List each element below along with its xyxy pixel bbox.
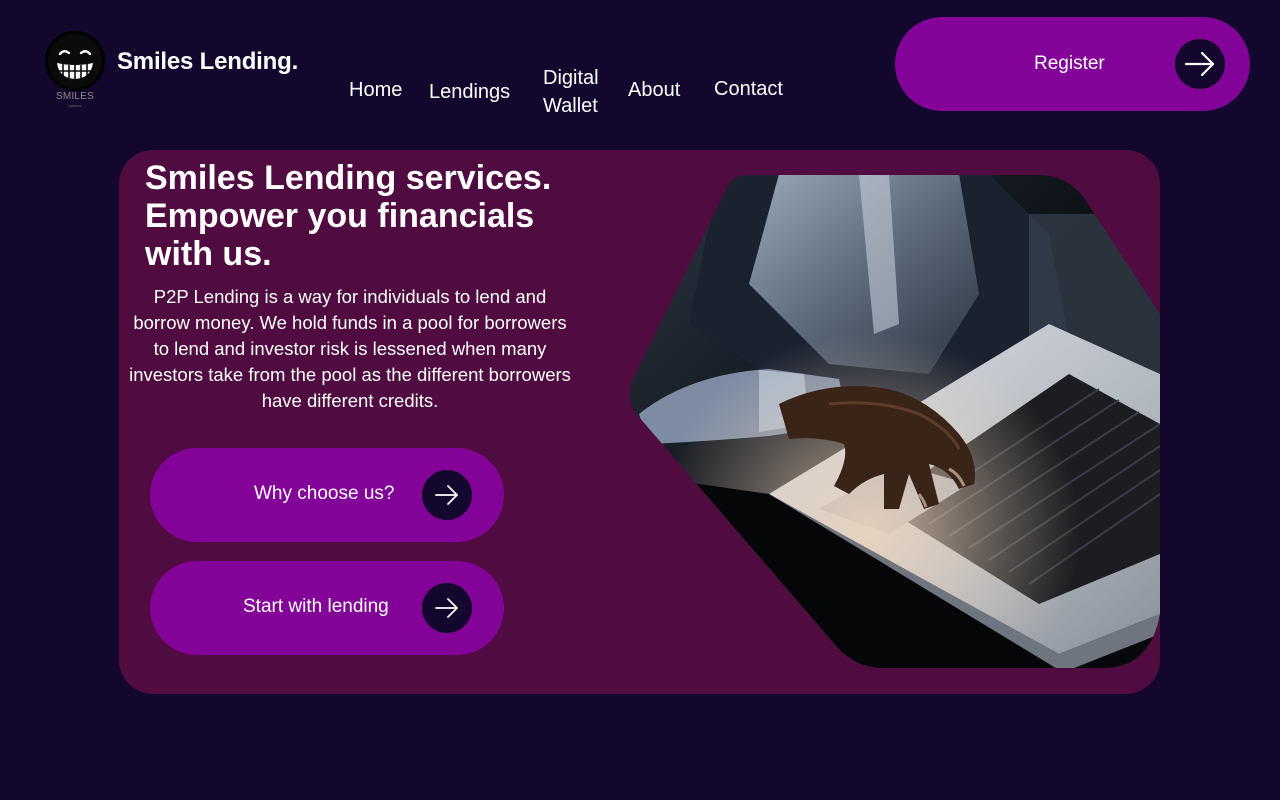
start-lending-button[interactable]: Start with lending	[150, 561, 504, 655]
hero-card: Smiles Lending services. Empower you fin…	[119, 150, 1160, 694]
hero-title-line3: with us.	[145, 235, 272, 273]
nav-digital-wallet[interactable]: Digital Wallet	[543, 64, 599, 120]
logo-text: SMILES	[56, 91, 94, 102]
start-lending-label: Start with lending	[243, 596, 389, 617]
laptop-typing-photo	[629, 174, 1160, 670]
why-choose-us-label: Why choose us?	[254, 483, 395, 504]
grinning-face-icon	[45, 31, 105, 91]
why-choose-us-button[interactable]: Why choose us?	[150, 448, 504, 542]
nav-home[interactable]: Home	[349, 76, 402, 104]
arrow-right-icon	[422, 583, 472, 633]
nav-digital-wallet-line1: Digital	[543, 67, 599, 89]
nav-lendings[interactable]: Lendings	[429, 78, 510, 106]
register-button[interactable]: Register	[895, 17, 1250, 111]
logo[interactable]: SMILES LENDING	[44, 30, 108, 112]
register-label: Register	[1034, 53, 1105, 74]
nav-about[interactable]: About	[628, 76, 680, 104]
hero-title-line1: Smiles Lending services.	[145, 159, 552, 197]
brand-name[interactable]: Smiles Lending.	[117, 48, 298, 76]
logo-subtext: LENDING	[68, 104, 82, 108]
nav-contact[interactable]: Contact	[714, 75, 783, 103]
hero-title: Smiles Lending services. Empower you fin…	[145, 159, 605, 273]
arrow-right-icon	[1175, 39, 1225, 89]
arrow-right-icon	[422, 470, 472, 520]
hero-title-line2: Empower you financials	[145, 197, 535, 235]
nav-digital-wallet-line2: Wallet	[543, 95, 598, 117]
hero-description: P2P Lending is a way for individuals to …	[129, 286, 571, 411]
